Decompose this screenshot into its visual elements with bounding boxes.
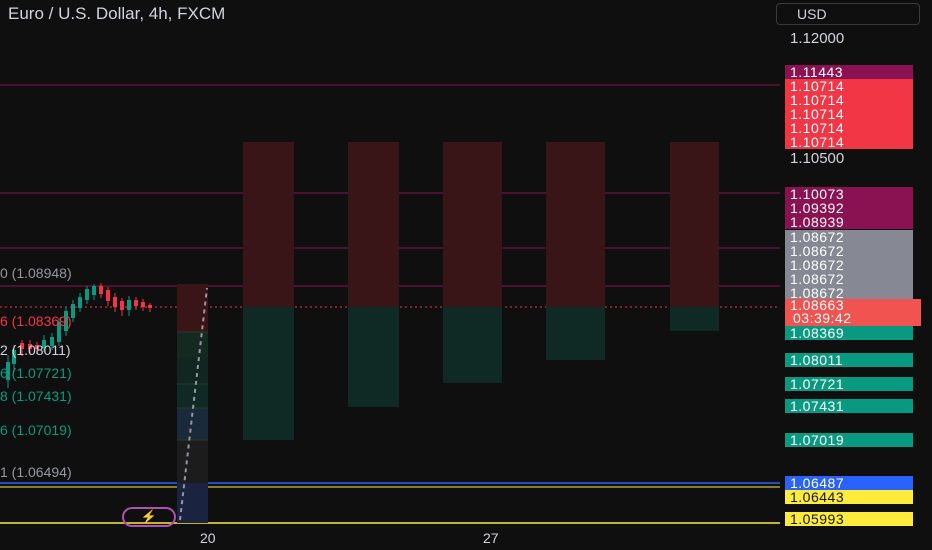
price-level-badge: 1.08011 [785, 353, 913, 367]
current-price-badge[interactable]: 1.08663 03:39:42 [785, 298, 921, 326]
time-axis-label: 20 [200, 530, 216, 546]
level-label: 6 (1.07721) [0, 365, 72, 381]
price-level-badge: 1.10714 [785, 135, 913, 149]
level-label: 6 (1.08369) [0, 313, 72, 329]
bear-zone-4 [546, 142, 605, 307]
price-axis-label: 1.12000 [790, 30, 845, 47]
price-level-badge: 1.10714 [785, 121, 913, 135]
price-level-badge: 1.11443 [785, 65, 913, 79]
bull-zone-1 [243, 307, 294, 440]
price-level-badge: 1.10714 [785, 107, 913, 121]
currency-selector[interactable]: USD [776, 3, 920, 25]
price-level-badge: 1.07431 [785, 399, 913, 413]
bear-zone-2 [348, 142, 399, 307]
price-axis-label: 1.10500 [790, 150, 845, 167]
price-level-badge: 1.08672 [785, 272, 913, 286]
price-level-badge: 1.08672 [785, 230, 913, 244]
bear-zone-1 [243, 142, 294, 307]
level-label: 8 (1.07431) [0, 388, 72, 404]
price-level-badge: 1.07721 [785, 377, 913, 391]
price-level-badge: 1.06487 [785, 476, 913, 490]
bull-zone-4 [546, 307, 605, 360]
level-label: 2 (1.08011) [0, 342, 71, 358]
price-level-badge: 1.09392 [785, 201, 913, 215]
price-level-badge: 1.07019 [785, 433, 913, 447]
price-level-badge: 1.10714 [785, 93, 913, 107]
bear-zone-3 [443, 142, 502, 307]
bull-zone-2 [348, 307, 399, 407]
price-level-badge: 1.05993 [785, 512, 913, 526]
bull-zone-5 [670, 307, 719, 331]
chart-title: Euro / U.S. Dollar, 4h, FXCM [8, 4, 226, 23]
price-level-badge: 1.08672 [785, 244, 913, 258]
price-level-badge: 1.08672 [785, 258, 913, 272]
price-level-badge: 1.10714 [785, 79, 913, 93]
price-level-badge: 1.08939 [785, 215, 913, 229]
level-label: 6 (1.07019) [0, 422, 72, 438]
bar-countdown: 03:39:42 [793, 310, 852, 326]
bear-zone-5 [670, 142, 719, 307]
lightning-icon[interactable]: ⚡ [122, 507, 176, 527]
price-level-badge: 1.06443 [785, 490, 913, 504]
time-axis-label: 27 [483, 530, 499, 546]
bull-zone-3 [443, 307, 502, 383]
price-level-badge: 1.08369 [785, 326, 913, 340]
price-level-badge: 1.10073 [785, 187, 913, 201]
level-label: 1 (1.06494) [0, 464, 72, 480]
range-zones [243, 142, 719, 440]
level-label: 0 (1.08948) [0, 265, 72, 281]
current-range-box [177, 284, 208, 523]
